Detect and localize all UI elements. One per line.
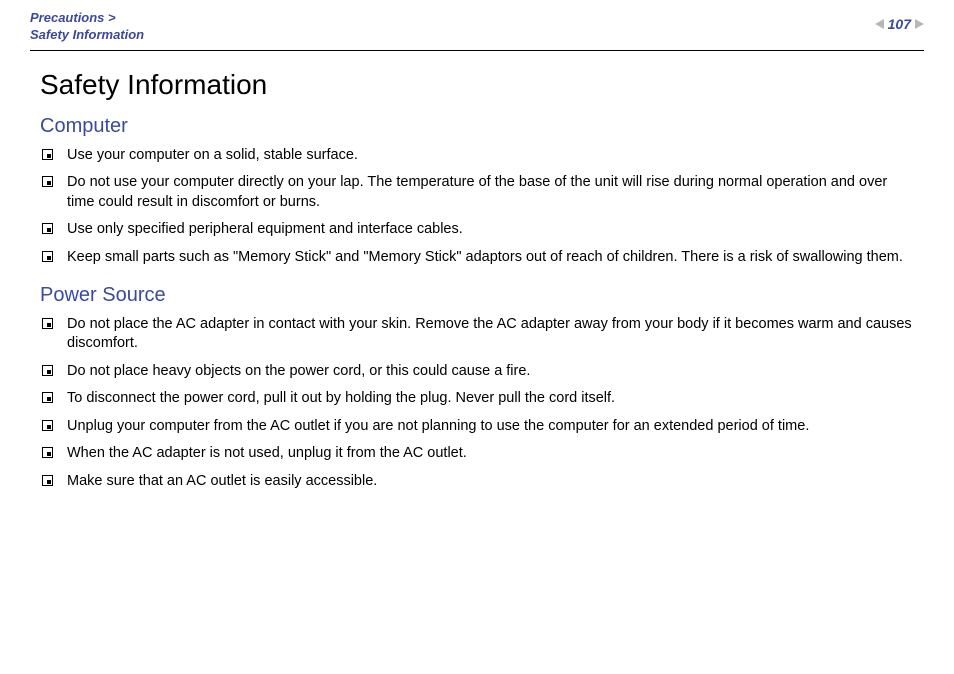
- list-item: Make sure that an AC outlet is easily ac…: [40, 472, 914, 492]
- bullet-icon: [42, 149, 53, 160]
- section-computer: Computer Use your computer on a solid, s…: [40, 115, 914, 268]
- section-power-source: Power Source Do not place the AC adapter…: [40, 284, 914, 492]
- bullet-icon: [42, 420, 53, 431]
- list-item-text: Make sure that an AC outlet is easily ac…: [67, 472, 914, 492]
- list-item: To disconnect the power cord, pull it ou…: [40, 389, 914, 409]
- next-page-icon[interactable]: [915, 19, 924, 29]
- content: Safety Information Computer Use your com…: [30, 51, 924, 492]
- list-item-text: Unplug your computer from the AC outlet …: [67, 417, 914, 437]
- bullet-icon: [42, 318, 53, 329]
- list-item: When the AC adapter is not used, unplug …: [40, 444, 914, 464]
- list-item: Use your computer on a solid, stable sur…: [40, 146, 914, 166]
- list-item: Keep small parts such as "Memory Stick" …: [40, 248, 914, 268]
- page-number: 107: [888, 16, 911, 32]
- bullet-icon: [42, 475, 53, 486]
- bullet-icon: [42, 176, 53, 187]
- bullet-icon: [42, 392, 53, 403]
- bullet-icon: [42, 365, 53, 376]
- list-item-text: Use only specified peripheral equipment …: [67, 220, 914, 240]
- list-item-text: Keep small parts such as "Memory Stick" …: [67, 248, 914, 268]
- bullet-icon: [42, 223, 53, 234]
- list-item: Do not use your computer directly on you…: [40, 173, 914, 212]
- bullet-icon: [42, 447, 53, 458]
- list-item-text: Use your computer on a solid, stable sur…: [67, 146, 914, 166]
- section-heading: Computer: [40, 115, 914, 138]
- pager: 107: [875, 16, 924, 32]
- list-item-text: Do not place heavy objects on the power …: [67, 362, 914, 382]
- list-item: Do not place heavy objects on the power …: [40, 362, 914, 382]
- prev-page-icon[interactable]: [875, 19, 884, 29]
- section-heading: Power Source: [40, 284, 914, 307]
- list-item: Use only specified peripheral equipment …: [40, 220, 914, 240]
- list-item: Unplug your computer from the AC outlet …: [40, 417, 914, 437]
- breadcrumb-line2: Safety Information: [30, 27, 144, 44]
- list-item: Do not place the AC adapter in contact w…: [40, 315, 914, 354]
- list-item-text: To disconnect the power cord, pull it ou…: [67, 389, 914, 409]
- bullet-icon: [42, 251, 53, 262]
- list-item-text: When the AC adapter is not used, unplug …: [67, 444, 914, 464]
- page-header: Precautions > Safety Information 107: [30, 10, 924, 51]
- page-title: Safety Information: [40, 69, 914, 101]
- list-item-text: Do not place the AC adapter in contact w…: [67, 315, 914, 354]
- breadcrumb: Precautions > Safety Information: [30, 10, 144, 44]
- breadcrumb-line1: Precautions >: [30, 10, 144, 27]
- list-item-text: Do not use your computer directly on you…: [67, 173, 914, 212]
